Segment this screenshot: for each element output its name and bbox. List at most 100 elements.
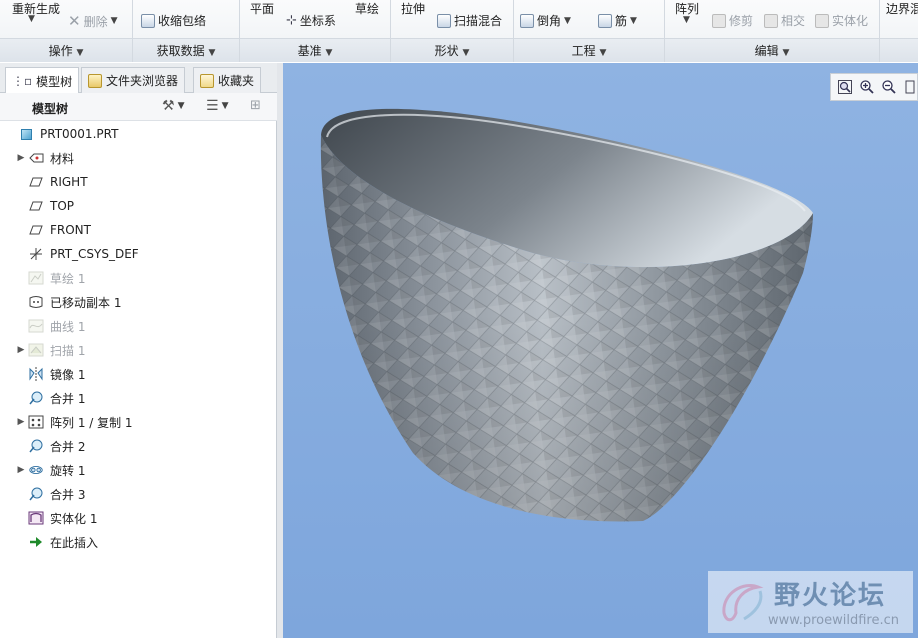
pattern-icon bbox=[28, 415, 44, 429]
watermark-url: www.proewildfire.cn bbox=[768, 613, 899, 628]
sketch-button[interactable]: 草绘 bbox=[355, 0, 379, 17]
group-operations: 重新生成 ▼ ✕ 删除 ▼ 操作 ▼ bbox=[0, 0, 133, 62]
show-button[interactable]: ☰ ▼ bbox=[206, 98, 228, 114]
solidify-button[interactable]: 实体化 bbox=[815, 12, 868, 29]
tree-item-label: 镜像 1 bbox=[50, 367, 86, 382]
mirror-icon bbox=[28, 367, 44, 381]
tree-item[interactable]: 已移动副本 1 bbox=[18, 291, 121, 313]
datum-plane-icon bbox=[28, 199, 44, 213]
watermark-title: 野火论坛 bbox=[774, 581, 887, 611]
sketch-icon bbox=[28, 271, 44, 285]
tree-item[interactable]: 合并 3 bbox=[18, 483, 85, 505]
expand-arrow-icon[interactable]: ▶ bbox=[14, 153, 28, 163]
extrude-button[interactable]: 拉伸 bbox=[401, 0, 425, 17]
solidify-icon bbox=[815, 13, 829, 28]
tree-item[interactable]: ▶ 扫描 1 bbox=[18, 339, 85, 361]
part-icon bbox=[18, 127, 34, 141]
curve-icon bbox=[28, 319, 44, 333]
chevron-down-icon: ▼ bbox=[630, 15, 637, 26]
tab-favorites[interactable]: 收藏夹 bbox=[193, 67, 262, 93]
group-label-shapes[interactable]: 形状 ▼ bbox=[391, 42, 513, 59]
intersect-button[interactable]: 相交 bbox=[764, 12, 805, 29]
watermark: 野火论坛 www.proewildfire.cn bbox=[708, 571, 913, 633]
chevron-down-icon: ▼ bbox=[564, 15, 571, 26]
rib-icon bbox=[598, 13, 612, 28]
tree-item-label: 合并 2 bbox=[50, 439, 86, 454]
tree-item[interactable]: 合并 2 bbox=[18, 435, 85, 457]
datum-plane-icon bbox=[28, 223, 44, 237]
graphics-viewport[interactable]: 野火论坛 www.proewildfire.cn bbox=[283, 63, 918, 638]
group-label-datum[interactable]: 基准 ▼ bbox=[240, 42, 390, 59]
pattern-dropdown[interactable]: ▼ bbox=[683, 15, 690, 25]
tree-item-label: 阵列 1 / 复制 1 bbox=[50, 415, 133, 430]
favorites-icon bbox=[200, 73, 214, 88]
intersect-icon bbox=[764, 13, 778, 28]
filter-icon[interactable]: ⊞ bbox=[250, 98, 261, 113]
tree-item-label: 草绘 1 bbox=[50, 271, 86, 286]
shrinkwrap-icon bbox=[141, 13, 155, 28]
tree-item[interactable]: ▶ 材料 bbox=[18, 147, 74, 169]
shrinkwrap-button[interactable]: 收缩包络 bbox=[141, 12, 206, 29]
tree-item[interactable]: 实体化 1 bbox=[18, 507, 97, 529]
tree-item-label: 旋转 1 bbox=[50, 463, 86, 478]
tab-folder-browser[interactable]: 文件夹浏览器 bbox=[81, 67, 186, 93]
boundary-blend-button[interactable]: 边界混 bbox=[886, 0, 918, 17]
regenerate-button[interactable]: 重新生成 bbox=[12, 0, 60, 17]
tree-item[interactable]: 合并 1 bbox=[18, 387, 85, 409]
navigator-tabs: ⋮▫ 模型树 文件夹浏览器 收藏夹 bbox=[0, 63, 283, 94]
tree-item-label: 在此插入 bbox=[50, 535, 99, 550]
group-label-editing[interactable]: 编辑 ▼ bbox=[665, 42, 879, 59]
expand-arrow-icon[interactable]: ▶ bbox=[14, 345, 28, 355]
merge-icon bbox=[28, 487, 44, 501]
group-shapes: 拉伸 扫描混合 形状 ▼ bbox=[391, 0, 514, 62]
trim-button[interactable]: 修剪 bbox=[712, 12, 753, 29]
model-tree-icon: ⋮▫ bbox=[12, 74, 33, 88]
tree-item-label: RIGHT bbox=[50, 175, 88, 189]
group-engineering: 倒角 ▼ 筋 ▼ 工程 ▼ bbox=[514, 0, 665, 62]
tree-item-label: 已移动副本 1 bbox=[50, 295, 122, 310]
chevron-down-icon: ▼ bbox=[28, 14, 35, 24]
expand-arrow-icon[interactable]: ▶ bbox=[14, 465, 28, 475]
folder-icon bbox=[88, 73, 102, 88]
csys-button[interactable]: ⊹ 坐标系 bbox=[286, 12, 336, 29]
tree-item[interactable]: TOP bbox=[18, 195, 74, 217]
tree-item[interactable]: ▶ 旋转 1 bbox=[18, 459, 86, 481]
model-tree: PRT0001.PRT ▶ 材料 RIGHT TOP FRONT PRT_CSYS_DEF… bbox=[0, 121, 277, 638]
solidify-icon bbox=[28, 511, 44, 525]
tree-item[interactable]: 在此插入 bbox=[18, 531, 98, 553]
rib-button[interactable]: 筋 ▼ bbox=[598, 12, 637, 29]
plane-button[interactable]: 平面 bbox=[250, 0, 274, 17]
bowl-model bbox=[320, 108, 813, 522]
tree-item[interactable]: RIGHT bbox=[18, 171, 88, 193]
group-label-engineering[interactable]: 工程 ▼ bbox=[514, 42, 664, 59]
tree-item-label: FRONT bbox=[50, 223, 91, 237]
merge-icon bbox=[28, 391, 44, 405]
tree-item[interactable]: PRT_CSYS_DEF bbox=[18, 243, 139, 265]
tree-item-label: 合并 3 bbox=[50, 487, 86, 502]
group-label-operations[interactable]: 操作 ▼ bbox=[0, 42, 132, 59]
tab-model-tree[interactable]: ⋮▫ 模型树 bbox=[5, 67, 80, 94]
regenerate-dropdown[interactable]: ▼ bbox=[28, 14, 35, 24]
sweep-blend-button[interactable]: 扫描混合 bbox=[437, 12, 502, 29]
chevron-down-icon: ▼ bbox=[683, 15, 690, 25]
tree-item-label: PRT_CSYS_DEF bbox=[50, 247, 139, 261]
tree-item-label: 合并 1 bbox=[50, 391, 86, 406]
settings-button[interactable]: ⚒ ▼ bbox=[162, 98, 184, 114]
expand-arrow-icon[interactable]: ▶ bbox=[14, 417, 28, 427]
moved-copy-icon bbox=[28, 295, 44, 309]
tree-item[interactable]: FRONT bbox=[18, 219, 91, 241]
forum-logo-icon bbox=[722, 584, 764, 622]
tree-root[interactable]: PRT0001.PRT bbox=[4, 123, 118, 145]
model-tree-toolbar: 模型树 ⚒ ▼ ☰ ▼ ⊞ bbox=[0, 93, 277, 121]
ribbon: 重新生成 ▼ ✕ 删除 ▼ 操作 ▼ 收缩包络 获取数据 ▼ 平面 草绘 ⊹ 坐标系 … bbox=[0, 0, 918, 62]
chamfer-button[interactable]: 倒角 ▼ bbox=[520, 12, 571, 29]
tree-item[interactable]: 曲线 1 bbox=[18, 315, 85, 337]
tree-item[interactable]: 草绘 1 bbox=[18, 267, 85, 289]
group-surfaces: 边界混 bbox=[880, 0, 918, 62]
tree-item[interactable]: ▶ 阵列 1 / 复制 1 bbox=[18, 411, 133, 433]
group-label-get-data[interactable]: 获取数据 ▼ bbox=[133, 42, 239, 59]
chevron-down-icon: ▼ bbox=[110, 16, 118, 26]
tree-item[interactable]: 镜像 1 bbox=[18, 363, 85, 385]
tree-item-label: 扫描 1 bbox=[50, 343, 86, 358]
delete-button[interactable]: ✕ 删除 ▼ bbox=[68, 12, 118, 30]
